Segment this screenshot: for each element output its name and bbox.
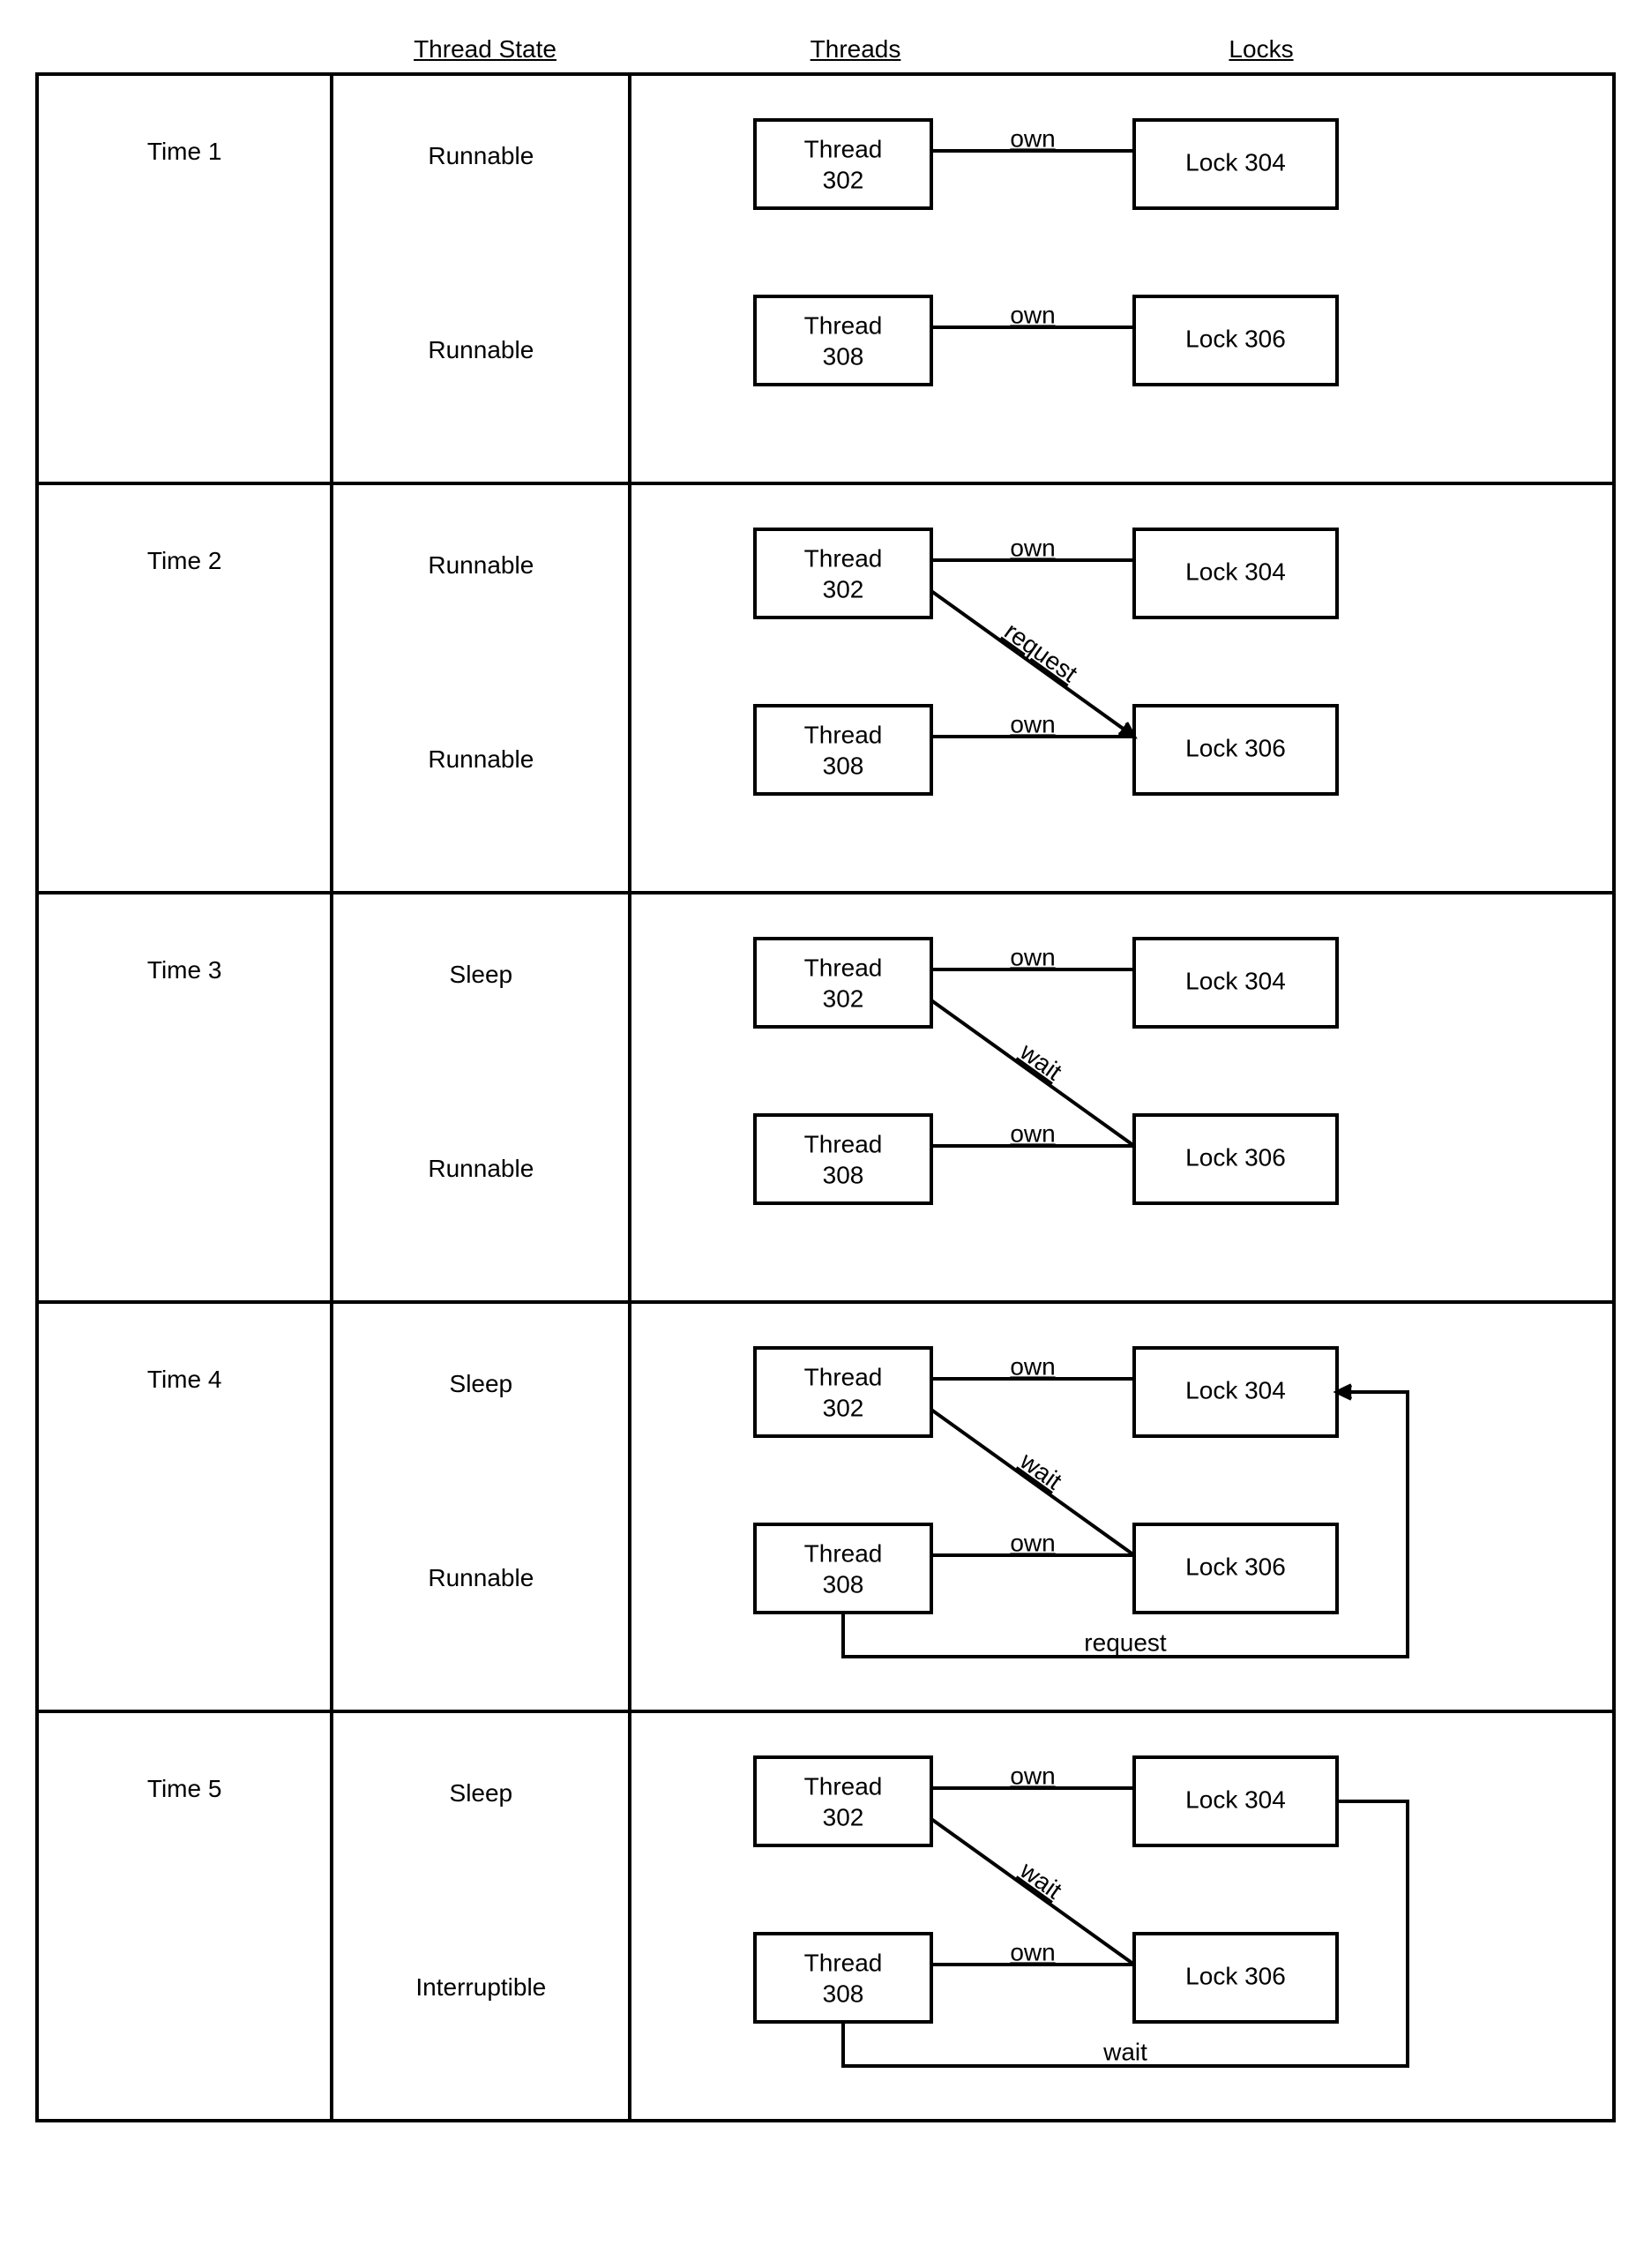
thread-number: 308 bbox=[823, 1570, 864, 1598]
timeline-table: Time 1RunnableRunnableThread302Thread308… bbox=[35, 72, 1616, 2122]
time-cell: Time 2 bbox=[37, 483, 332, 893]
row-diagram: Thread 302 Thread 308 Lock 304 Lock 306 own own bbox=[631, 76, 1605, 482]
header-thread-state: Thread State bbox=[335, 35, 635, 64]
table-row: Time 2Runnable Runnable Thread 302 Thread 308… bbox=[37, 483, 1614, 893]
thread-label: Thread bbox=[804, 1363, 883, 1390]
thread-box bbox=[755, 120, 931, 208]
lock-label: Lock 304 bbox=[1185, 1785, 1286, 1813]
edge-label: own bbox=[1011, 1529, 1056, 1556]
thread-number: 308 bbox=[823, 1161, 864, 1188]
edge-label: own bbox=[1011, 710, 1056, 737]
state-b: Runnable bbox=[334, 1089, 627, 1248]
edge-label: own bbox=[1011, 1762, 1056, 1789]
thread-box bbox=[755, 1348, 931, 1436]
edge-label: wait bbox=[1102, 2038, 1147, 2065]
lock-label: Lock 304 bbox=[1185, 558, 1286, 585]
state-cell: Sleep Interruptible bbox=[332, 1711, 630, 2121]
state-a: Sleep bbox=[334, 895, 627, 1054]
thread-number: 308 bbox=[823, 1980, 864, 2007]
thread-number: 302 bbox=[823, 1803, 864, 1830]
edge-label: own bbox=[1011, 124, 1056, 152]
thread-number: 302 bbox=[823, 1394, 864, 1421]
time-cell: Time 5 bbox=[37, 1711, 332, 2121]
state-a: Runnable bbox=[334, 486, 627, 645]
edge-label: own bbox=[1011, 534, 1056, 561]
column-headers: Thread State Threads Locks bbox=[35, 35, 1616, 64]
thread-label: Thread bbox=[804, 1130, 883, 1157]
edge-label: own bbox=[1011, 301, 1056, 328]
state-a: Runnable bbox=[334, 77, 627, 236]
lock-label: Lock 306 bbox=[1185, 1553, 1286, 1580]
state-cell: Runnable Runnable bbox=[332, 483, 630, 893]
thread-label: Thread bbox=[804, 311, 883, 339]
time-cell: Time 4 bbox=[37, 1302, 332, 1711]
table-row: Time 4Sleep Runnable Thread 302 Thread 308 Loc… bbox=[37, 1302, 1614, 1711]
thread-box bbox=[755, 529, 931, 618]
edge-label: request bbox=[1000, 618, 1083, 688]
lock-label: Lock 306 bbox=[1185, 734, 1286, 761]
state-b: Interruptible bbox=[334, 1908, 627, 2067]
edge-label: own bbox=[1011, 1352, 1056, 1380]
thread-label: Thread bbox=[804, 1539, 883, 1567]
state-b: Runnable bbox=[334, 271, 627, 430]
lock-label: Lock 306 bbox=[1185, 325, 1286, 352]
table-row: Time 3Sleep Runnable Thread 302 Thread 308 Loc… bbox=[37, 893, 1614, 1302]
thread-box bbox=[755, 1934, 931, 2022]
thread-label: Thread bbox=[804, 544, 883, 572]
edge-label: own bbox=[1011, 1119, 1056, 1147]
diagram-cell: Thread 302 Thread 308 Lock 304 Lock 306 own own… bbox=[630, 893, 1614, 1302]
thread-box bbox=[755, 296, 931, 385]
lock-label: Lock 304 bbox=[1185, 967, 1286, 994]
lock-label: Lock 304 bbox=[1185, 1376, 1286, 1403]
thread-label: Thread bbox=[804, 135, 883, 162]
thread-label: Thread bbox=[804, 954, 883, 981]
thread-number: 302 bbox=[823, 166, 864, 193]
thread-number: 302 bbox=[823, 984, 864, 1012]
time-cell: Time 1 bbox=[37, 74, 332, 483]
diagram-cell: Thread 302 Thread 308 Lock 304 Lock 306 own own bbox=[630, 74, 1614, 483]
header-threads: Threads bbox=[635, 35, 1076, 64]
thread-box bbox=[755, 1524, 931, 1613]
row-diagram: Thread 302 Thread 308 Lock 304 Lock 306 own own… bbox=[631, 485, 1605, 891]
row-diagram: Thread 302 Thread 308 Lock 304 Lock 306 own own… bbox=[631, 1304, 1605, 1710]
state-cell: Runnable Runnable bbox=[332, 74, 630, 483]
state-cell: Sleep Runnable bbox=[332, 1302, 630, 1711]
thread-box bbox=[755, 1757, 931, 1845]
edge-label: own bbox=[1011, 943, 1056, 970]
edge-label: own bbox=[1011, 1938, 1056, 1965]
time-cell: Time 3 bbox=[37, 893, 332, 1302]
row-diagram: Thread 302 Thread 308 Lock 304 Lock 306 own own… bbox=[631, 894, 1605, 1300]
state-b: Runnable bbox=[334, 680, 627, 839]
thread-label: Thread bbox=[804, 721, 883, 748]
thread-number: 302 bbox=[823, 575, 864, 603]
diagram-cell: Thread 302 Thread 308 Lock 304 Lock 306 own own… bbox=[630, 483, 1614, 893]
thread-box bbox=[755, 939, 931, 1027]
thread-box bbox=[755, 1115, 931, 1203]
diagram-cell: Thread 302 Thread 308 Lock 304 Lock 306 own own… bbox=[630, 1302, 1614, 1711]
state-b: Runnable bbox=[334, 1499, 627, 1658]
thread-label: Thread bbox=[804, 1949, 883, 1976]
thread-number: 308 bbox=[823, 752, 864, 779]
thread-label: Thread bbox=[804, 1772, 883, 1800]
diagram-wrap: Thread State Threads Locks Time 1Runnabl… bbox=[35, 35, 1616, 2122]
row-diagram: Thread 302 Thread 308 Lock 304 Lock 306 own own… bbox=[631, 1713, 1605, 2119]
state-a: Sleep bbox=[334, 1714, 627, 1873]
diagram-cell: Thread 302 Thread 308 Lock 304 Lock 306 own own… bbox=[630, 1711, 1614, 2121]
state-a: Sleep bbox=[334, 1305, 627, 1463]
table-row: Time 5Sleep Interruptible Thread 302 Thread 3… bbox=[37, 1711, 1614, 2121]
thread-number: 308 bbox=[823, 342, 864, 370]
header-locks: Locks bbox=[1076, 35, 1446, 64]
lock-label: Lock 304 bbox=[1185, 148, 1286, 176]
lock-label: Lock 306 bbox=[1185, 1962, 1286, 1989]
thread-box bbox=[755, 706, 931, 794]
edge-label: request bbox=[1085, 1628, 1168, 1656]
state-cell: Sleep Runnable bbox=[332, 893, 630, 1302]
table-row: Time 1Runnable Runnable Thread 302 Thread 308… bbox=[37, 74, 1614, 483]
lock-label: Lock 306 bbox=[1185, 1143, 1286, 1171]
